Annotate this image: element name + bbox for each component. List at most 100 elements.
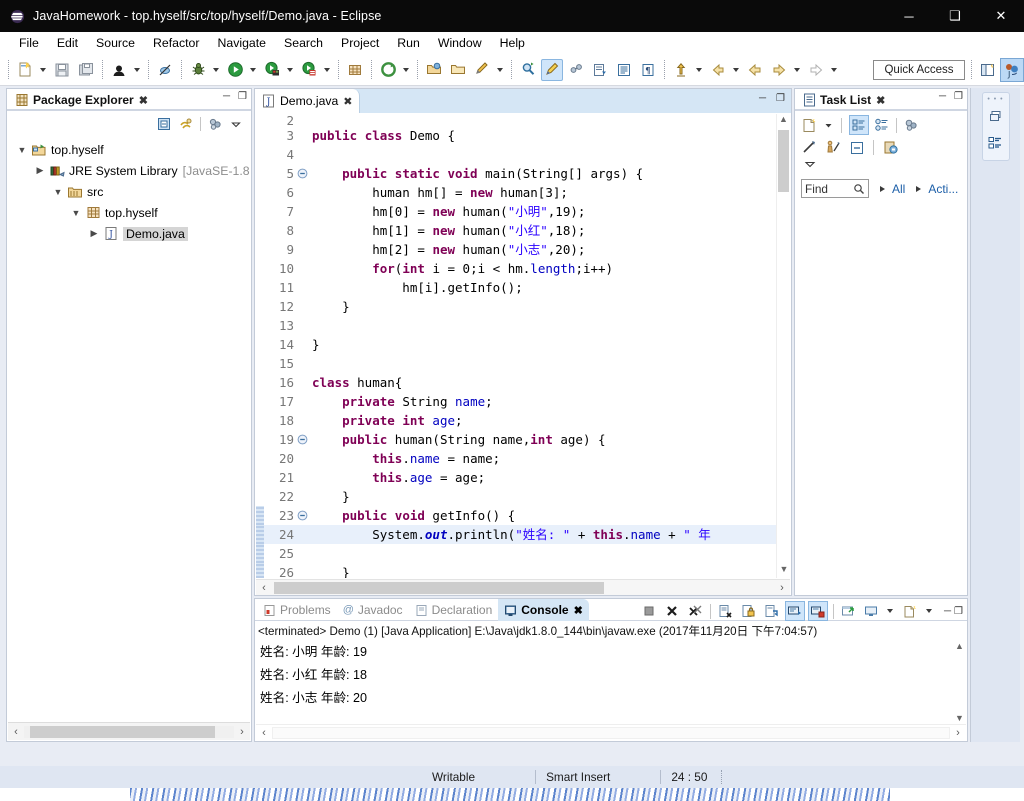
new-java-package-icon[interactable] — [344, 59, 366, 81]
skip-breakpoints-icon[interactable] — [108, 59, 130, 81]
external-tools-dropdown-icon[interactable] — [321, 59, 332, 81]
code-lines[interactable]: 2 3 public class Demo {4 5 public static vo… — [256, 114, 776, 578]
minimize-icon[interactable]: ─ — [759, 93, 766, 104]
tree-row-src[interactable]: ▼ src — [8, 181, 250, 202]
synchronize-changed-icon[interactable] — [801, 139, 818, 156]
filter-all-arrow-icon[interactable] — [880, 185, 885, 192]
new-console-view-icon[interactable] — [839, 601, 859, 621]
restore-tasks-icon[interactable] — [882, 139, 899, 156]
tab-package-explorer[interactable]: Package Explorer ✖ — [9, 89, 154, 111]
paragraph-mark-icon[interactable]: ¶ — [637, 59, 659, 81]
code-line-23[interactable]: 23 public void getInfo() { — [256, 506, 776, 525]
view-menu-icon[interactable] — [229, 117, 243, 131]
remove-launch-icon[interactable] — [662, 601, 682, 621]
highlight-icon[interactable] — [541, 58, 563, 81]
maximize-icon[interactable]: ❐ — [954, 91, 963, 102]
open-task-icon[interactable] — [447, 59, 469, 81]
menu-source[interactable]: Source — [87, 36, 144, 50]
code-line-8[interactable]: 8 hm[1] = new human("小红",18); — [256, 221, 776, 240]
link-icon[interactable] — [565, 59, 587, 81]
save-all-icon[interactable] — [75, 59, 97, 81]
java-perspective-icon[interactable]: J — [1000, 57, 1024, 82]
scroll-left-icon[interactable]: ‹ — [8, 726, 24, 738]
clear-console-icon[interactable] — [716, 601, 736, 621]
open-resource-icon[interactable] — [471, 59, 493, 81]
tab-javadoc[interactable]: @ Javadoc — [337, 599, 409, 621]
pin-console-icon[interactable] — [807, 601, 828, 621]
new-task-icon[interactable] — [801, 117, 818, 134]
forward-dropdown-icon[interactable] — [791, 59, 802, 81]
link-with-editor-icon[interactable] — [178, 116, 194, 132]
code-line-9[interactable]: 9 hm[2] = new human("小志",20); — [256, 240, 776, 259]
code-line-17[interactable]: 17 private String name; — [256, 392, 776, 411]
console-hscroll-track[interactable] — [272, 726, 950, 739]
editor-vscrollbar[interactable]: ▲ ▼ — [776, 114, 790, 578]
code-line-13[interactable]: 13 — [256, 316, 776, 335]
new-wizard-dropdown-icon[interactable] — [37, 59, 48, 81]
tree-row-demo-java[interactable]: ▶ J Demo.java — [8, 223, 250, 244]
tab-task-list[interactable]: Task List ✖ — [797, 89, 891, 111]
tab-declaration[interactable]: Declaration — [409, 599, 499, 621]
collapse-all-icon[interactable] — [156, 116, 172, 132]
java-browsing-perspective-icon[interactable] — [983, 131, 1009, 155]
tab-console[interactable]: Console ✖ — [498, 599, 589, 621]
scheduled-icon[interactable] — [874, 117, 890, 133]
close-icon[interactable]: ✖ — [574, 604, 583, 617]
code-line-24[interactable]: 24 System.out.println("姓名: " + this.name… — [256, 525, 776, 544]
open-type-icon[interactable] — [423, 59, 445, 81]
show-whitespace-icon[interactable] — [613, 59, 635, 81]
open-resource-dropdown-icon[interactable] — [494, 59, 505, 81]
console-output[interactable]: 姓名: 小明 年龄: 19 姓名: 小红 年龄: 18 姓名: 小志 年龄: 20 — [256, 641, 966, 723]
menu-project[interactable]: Project — [332, 36, 388, 50]
scroll-right-icon[interactable]: › — [234, 726, 250, 738]
fold-collapse-icon[interactable] — [294, 434, 310, 445]
categorized-icon[interactable] — [849, 115, 869, 135]
code-area[interactable]: 2 3 public class Demo {4 5 public static vo… — [256, 114, 790, 578]
code-line-15[interactable]: 15 — [256, 354, 776, 373]
coverage-dropdown-icon[interactable] — [284, 59, 295, 81]
fold-collapse-icon[interactable] — [294, 168, 310, 179]
run-icon[interactable] — [224, 59, 246, 81]
toggle-breakpoint-icon[interactable] — [154, 59, 176, 81]
open-console-dropdown-icon[interactable] — [924, 600, 935, 622]
terminate-icon[interactable] — [639, 601, 659, 621]
next-edit-icon[interactable] — [589, 59, 611, 81]
collapse-all-icon[interactable] — [849, 140, 865, 156]
forward-icon[interactable] — [768, 59, 790, 81]
menu-refactor[interactable]: Refactor — [144, 36, 208, 50]
menu-navigate[interactable]: Navigate — [208, 36, 275, 50]
hscroll-track[interactable] — [24, 725, 234, 738]
open-perspective-icon[interactable] — [976, 58, 1000, 82]
coverage-icon[interactable] — [261, 59, 283, 81]
code-line-12[interactable]: 12 } — [256, 297, 776, 316]
last-edit-location-icon[interactable] — [670, 59, 692, 81]
editor-hscroll-thumb[interactable] — [274, 582, 604, 594]
twisty-down-icon[interactable]: ▼ — [50, 187, 66, 197]
close-icon[interactable]: ✖ — [139, 94, 148, 107]
code-line-5[interactable]: 5 public static void main(String[] args)… — [256, 164, 776, 183]
twisty-down-icon[interactable]: ▼ — [68, 208, 84, 218]
code-line-20[interactable]: 20 this.name = name; — [256, 449, 776, 468]
tab-problems[interactable]: Problems — [257, 599, 337, 621]
status-resize-grip[interactable] — [721, 770, 723, 784]
code-line-10[interactable]: 10 for(int i = 0;i < hm.length;i++) — [256, 259, 776, 278]
forward-history-icon[interactable] — [805, 59, 827, 81]
tree-row-jre-library[interactable]: ▶ JRE System Library [JavaSE-1.8 — [8, 160, 250, 181]
back-icon[interactable] — [744, 59, 766, 81]
synchronize-icon[interactable] — [825, 139, 842, 156]
run-dropdown-icon[interactable] — [247, 59, 258, 81]
code-line-6[interactable]: 6 human hm[] = new human[3]; — [256, 183, 776, 202]
new-java-project-dropdown-icon[interactable] — [400, 59, 411, 81]
search-icon[interactable] — [853, 183, 865, 195]
code-line-4[interactable]: 4 — [256, 145, 776, 164]
package-explorer-hscrollbar[interactable]: ‹ › — [8, 722, 250, 740]
code-line-14[interactable]: 14} — [256, 335, 776, 354]
twisty-right-icon[interactable]: ▶ — [86, 228, 102, 239]
scroll-right-icon[interactable]: › — [950, 727, 966, 739]
maximize-icon[interactable]: ❐ — [776, 93, 785, 104]
new-task-dropdown-icon[interactable] — [823, 120, 834, 131]
minimize-icon[interactable]: ─ — [939, 91, 946, 102]
debug-dropdown-icon[interactable] — [210, 59, 221, 81]
remove-all-launches-icon[interactable] — [685, 601, 705, 621]
maximize-icon[interactable]: ❐ — [238, 91, 247, 102]
